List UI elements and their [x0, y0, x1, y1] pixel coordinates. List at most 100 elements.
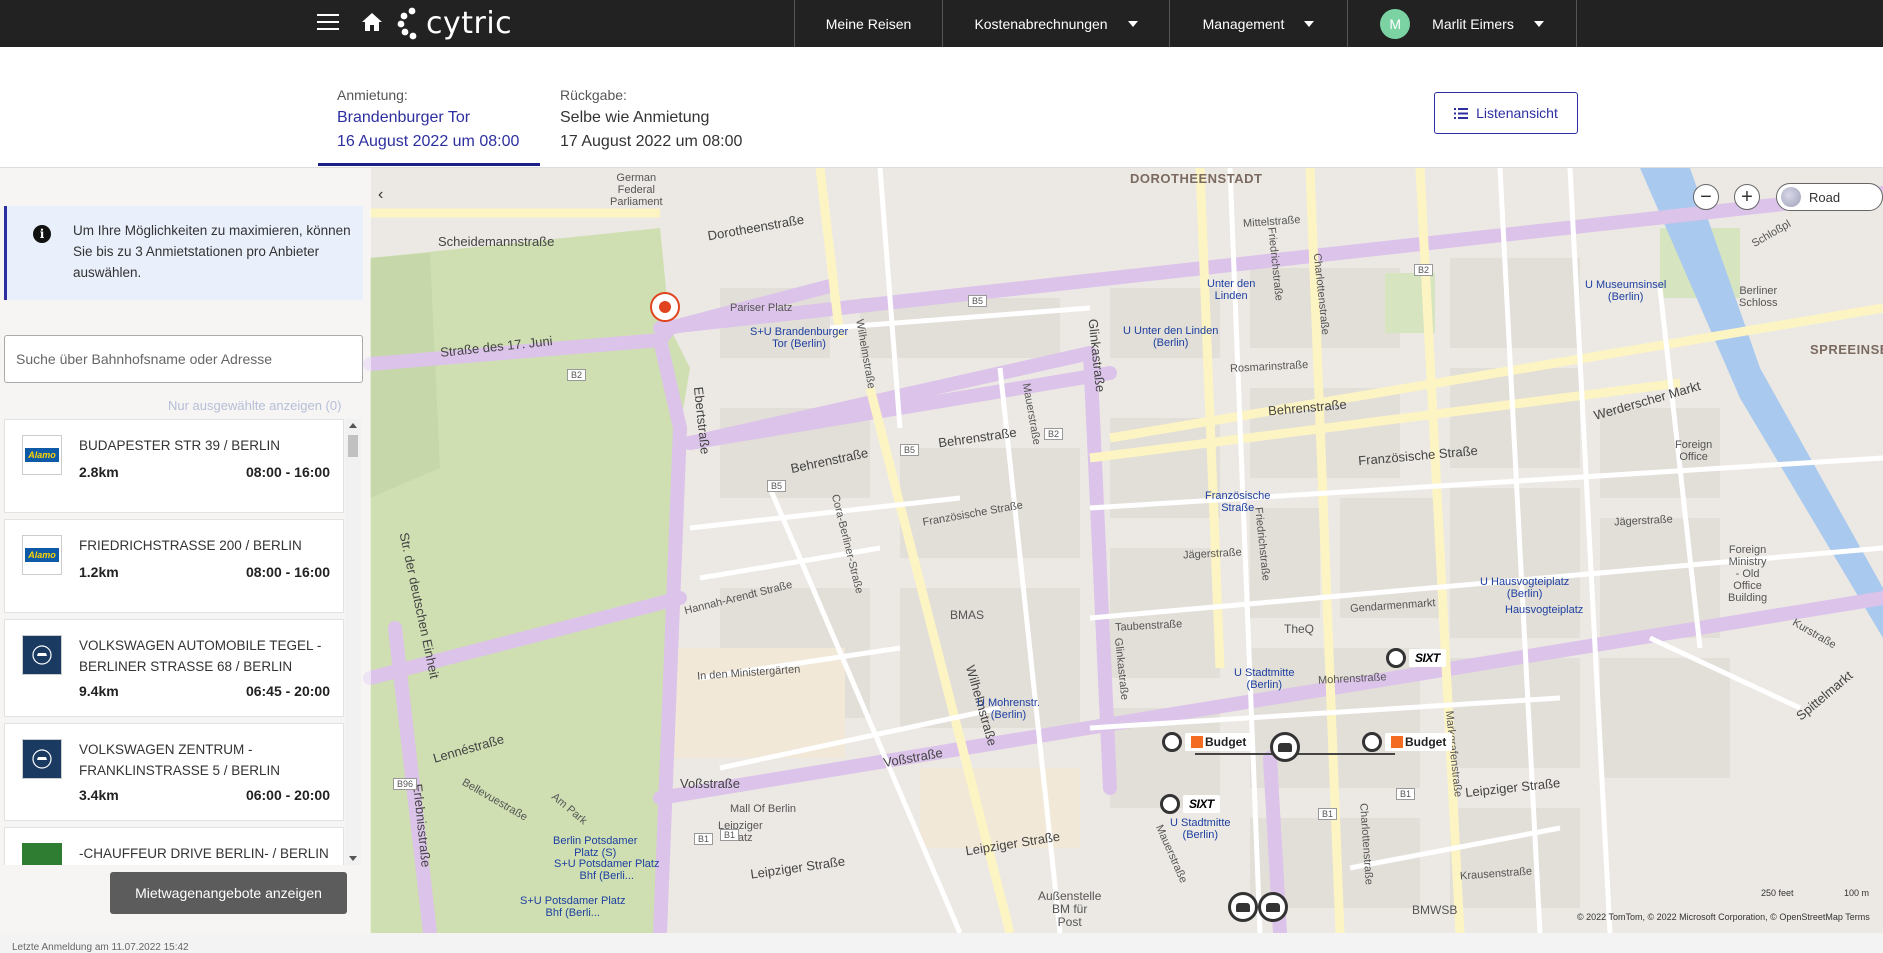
- marker-pin-icon: [1386, 648, 1406, 668]
- station-distance: 9.4km: [79, 683, 119, 699]
- rental-search-header: Anmietung: Brandenburger Tor 16 August 2…: [0, 47, 1883, 168]
- pickup-summary[interactable]: Anmietung: Brandenburger Tor 16 August 2…: [337, 85, 519, 154]
- poi-label: Unter den Linden: [1207, 278, 1256, 302]
- show-rental-offers-button[interactable]: Mietwagenangebote anzeigen: [110, 872, 347, 914]
- last-login-text: Letzte Anmeldung am 11.07.2022 15:42: [12, 942, 189, 953]
- car-rental-cluster-icon[interactable]: [1270, 732, 1300, 762]
- station-item[interactable]: VOLKSWAGEN ZENTRUM - FRANKLINSTRASSE 5 /…: [4, 723, 344, 821]
- pickup-location: Brandenburger Tor: [337, 109, 471, 126]
- nav-item-label: Management: [1202, 15, 1285, 32]
- budget-logo: Budget: [1185, 733, 1253, 751]
- user-name: Marlit Eimers: [1432, 15, 1514, 32]
- cytric-logo[interactable]: cytric: [396, 6, 512, 41]
- volkswagen-logo: [22, 635, 62, 675]
- nav-item-meine-reisen[interactable]: Meine Reisen: [794, 0, 942, 47]
- station-item[interactable]: Alamo BUDAPESTER STR 39 / BERLIN 2.8km 0…: [4, 419, 344, 513]
- top-navigation-bar: cytric Meine Reisen Kostenabrechnungen M…: [0, 0, 1883, 47]
- hamburger-menu-icon[interactable]: [317, 14, 339, 32]
- station-search-panel: i Um Ihre Möglichkeiten zu maximieren, k…: [0, 168, 371, 933]
- caret-down-icon: [1127, 20, 1138, 27]
- map-attribution[interactable]: © 2022 TomTom, © 2022 Microsoft Corporat…: [1577, 912, 1870, 922]
- district-label: DOROTHEENSTADT: [1130, 171, 1263, 186]
- station-item[interactable]: VOLKSWAGEN AUTOMOBILE TEGEL - BERLINER S…: [4, 619, 344, 717]
- alamo-logo: Alamo: [22, 535, 62, 575]
- poi-label: BMAS: [950, 608, 985, 622]
- list-view-button[interactable]: Listenansicht: [1434, 92, 1578, 134]
- poi-label: U Mohrenstr. (Berlin): [977, 697, 1040, 721]
- return-label: Rückgabe:: [560, 87, 627, 103]
- road-badge: B1: [720, 829, 740, 841]
- station-item[interactable]: -CHAUFFEUR DRIVE BERLIN- / BERLIN: [4, 827, 344, 865]
- user-menu[interactable]: M Marlit Eimers: [1347, 0, 1577, 47]
- poi-label: U Museumsinsel (Berlin): [1585, 279, 1667, 303]
- poi-label: S+U Brandenburger Tor (Berlin): [750, 326, 849, 350]
- marker-pin-icon: [1362, 732, 1382, 752]
- pickup-location-pin-icon[interactable]: [650, 292, 680, 322]
- sixt-logo: SIXT: [1409, 649, 1446, 667]
- europcar-logo: [22, 843, 62, 865]
- station-search-input[interactable]: [4, 335, 363, 383]
- marker-pin-icon: [1160, 794, 1180, 814]
- vw-car-icon: [32, 645, 52, 665]
- poi-label: BMWSB: [1412, 903, 1458, 917]
- station-item[interactable]: Alamo FRIEDRICHSTRASSE 200 / BERLIN 1.2k…: [4, 519, 344, 613]
- pickup-label: Anmietung:: [337, 87, 408, 103]
- nav-item-management[interactable]: Management: [1169, 0, 1347, 47]
- budget-station-marker[interactable]: Budget: [1362, 732, 1453, 752]
- last-login-footer: Letzte Anmeldung am 11.07.2022 15:42: [0, 933, 1883, 953]
- budget-logo: Budget: [1385, 733, 1453, 751]
- show-selected-only-link[interactable]: Nur ausgewählte anzeigen (0): [168, 398, 341, 413]
- scroll-thumb[interactable]: [348, 435, 358, 457]
- station-hours: 08:00 - 16:00: [245, 464, 330, 480]
- road-badge: B5: [900, 444, 920, 456]
- road-badge: B2: [1044, 428, 1064, 440]
- car-rental-cluster-icon[interactable]: [1228, 892, 1258, 922]
- station-distance: 1.2km: [79, 564, 119, 580]
- home-icon[interactable]: [360, 11, 384, 33]
- station-hours: 06:00 - 20:00: [245, 787, 330, 803]
- sixt-station-marker[interactable]: SIXT: [1160, 794, 1220, 814]
- nav-item-label: Kostenabrechnungen: [974, 15, 1108, 32]
- nav-item-kostenabrechnungen[interactable]: Kostenabrechnungen: [942, 0, 1169, 47]
- collapse-panel-chevron-icon[interactable]: ‹: [378, 186, 392, 204]
- road-badge: B96: [393, 778, 418, 790]
- poi-label: Foreign Office: [1675, 439, 1713, 463]
- return-summary[interactable]: Rückgabe: Selbe wie Anmietung 17 August …: [560, 85, 742, 154]
- map-style-toggle[interactable]: Road: [1776, 183, 1883, 211]
- poi-label: Französische Straße: [1205, 490, 1271, 514]
- logo-dots-icon: [397, 7, 417, 40]
- road-badge: B2: [567, 369, 587, 381]
- poi-label: U Unter den Linden (Berlin): [1123, 325, 1219, 349]
- nav-menu: Meine Reisen Kostenabrechnungen Manageme…: [794, 0, 1577, 47]
- poi-label: S+U Potsdamer Platz Bhf (Berli...: [554, 858, 660, 882]
- station-name: BUDAPESTER STR 39 / BERLIN: [79, 438, 281, 453]
- station-hours: 08:00 - 16:00: [245, 564, 330, 580]
- zoom-out-icon[interactable]: −: [1693, 184, 1719, 210]
- list-icon: [1454, 107, 1469, 119]
- poi-label: German Federal Parliament: [610, 172, 663, 208]
- budget-station-marker[interactable]: Budget: [1162, 732, 1253, 752]
- caret-down-icon: [1533, 20, 1544, 27]
- nav-item-label: Meine Reisen: [825, 15, 912, 32]
- road-label: Scheidemannstraße: [438, 234, 555, 249]
- globe-icon: [1781, 187, 1801, 207]
- station-list-scrollbar[interactable]: [345, 419, 361, 865]
- list-view-label: Listenansicht: [1476, 105, 1558, 121]
- poi-label: Berliner Schloss: [1739, 285, 1778, 309]
- alamo-logo: Alamo: [22, 435, 62, 475]
- zoom-in-icon[interactable]: +: [1734, 184, 1760, 210]
- caret-down-icon: [1304, 20, 1315, 27]
- scroll-down-icon[interactable]: [349, 856, 357, 861]
- road-badge: B5: [968, 295, 988, 307]
- info-text: Um Ihre Möglichkeiten zu maximieren, kön…: [73, 223, 351, 280]
- scale-meters: 100 m: [1844, 888, 1870, 898]
- pin-dot: [659, 301, 671, 313]
- station-hours: 06:45 - 20:00: [245, 683, 330, 699]
- scroll-up-icon[interactable]: [349, 423, 357, 428]
- station-name: VOLKSWAGEN AUTOMOBILE TEGEL - BERLINER S…: [79, 638, 322, 674]
- avatar: M: [1380, 8, 1411, 39]
- car-rental-cluster-icon[interactable]: [1258, 892, 1288, 922]
- district-label: SPREEINSE: [1810, 342, 1883, 357]
- road-badge: B2: [1414, 264, 1434, 276]
- sixt-station-marker[interactable]: SIXT: [1386, 648, 1446, 668]
